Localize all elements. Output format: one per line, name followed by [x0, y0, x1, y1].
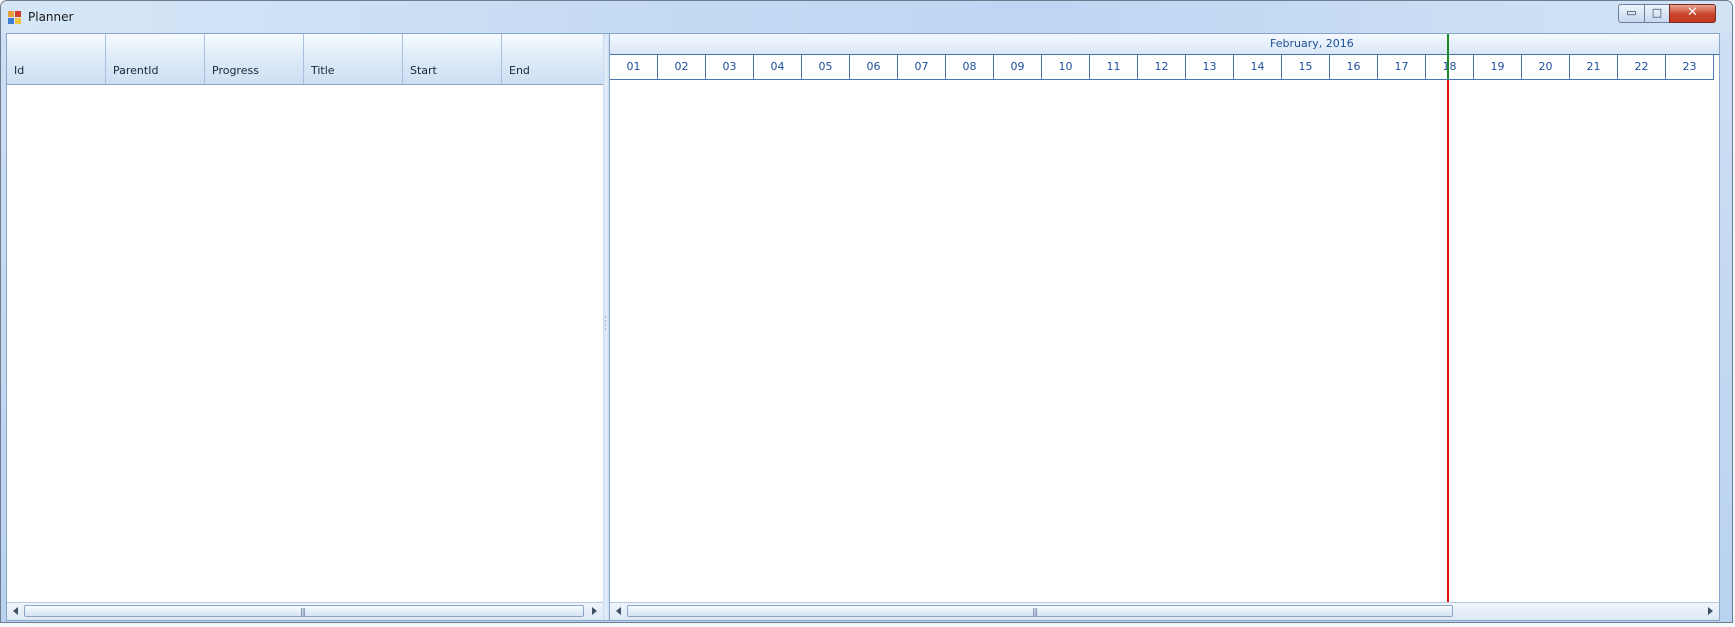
scroll-right-arrow-icon[interactable]: [592, 607, 597, 615]
day-cell-23: 23: [1666, 55, 1714, 79]
grip-icon: |||: [300, 607, 306, 616]
day-cell-04: 04: [754, 55, 802, 79]
day-cell-06: 06: [850, 55, 898, 79]
column-header-id[interactable]: Id: [7, 34, 106, 84]
today-line: [1447, 80, 1449, 603]
gantt-scroll-thumb[interactable]: |||: [627, 605, 1453, 617]
day-cell-19: 19: [1474, 55, 1522, 79]
column-header-end[interactable]: End: [502, 34, 603, 84]
day-cell-22: 22: [1618, 55, 1666, 79]
scroll-left-arrow-icon[interactable]: [616, 607, 621, 615]
day-cell-08: 08: [946, 55, 994, 79]
title-bar[interactable]: Planner ▭ □ ✕: [1, 1, 1732, 33]
window-title: Planner: [28, 10, 74, 24]
day-cell-03: 03: [706, 55, 754, 79]
day-cell-13: 13: [1186, 55, 1234, 79]
gantt-chart[interactable]: February, 2016 01 02 03 04 05 06 07 08 09 10 11 12 1…: [610, 34, 1719, 620]
planner-window: Planner ▭ □ ✕ Id ParentId Progress Title…: [0, 0, 1733, 623]
day-cell-21: 21: [1570, 55, 1618, 79]
day-cell-05: 05: [802, 55, 850, 79]
grid-scroll-thumb[interactable]: |||: [24, 605, 584, 617]
maximize-button[interactable]: □: [1644, 4, 1670, 23]
day-cell-16: 16: [1330, 55, 1378, 79]
day-cell-17: 17: [1378, 55, 1426, 79]
day-cell-12: 12: [1138, 55, 1186, 79]
month-label: February, 2016: [1270, 37, 1354, 50]
day-cell-11: 11: [1090, 55, 1138, 79]
day-cell-02: 02: [658, 55, 706, 79]
day-cell-18: 18: [1426, 55, 1474, 79]
scroll-right-arrow-icon[interactable]: [1708, 607, 1713, 615]
day-cell-20: 20: [1522, 55, 1570, 79]
column-header-title[interactable]: Title: [304, 34, 403, 84]
column-header-progress[interactable]: Progress: [205, 34, 304, 84]
timeline-month-header: February, 2016: [610, 34, 1719, 55]
close-button[interactable]: ✕: [1669, 4, 1716, 23]
day-cell-15: 15: [1282, 55, 1330, 79]
timeline-day-header: 01 02 03 04 05 06 07 08 09 10 11 12 13 14 15 16 17 18 19 20…: [610, 55, 1714, 80]
column-header-start[interactable]: Start: [403, 34, 502, 84]
day-cell-14: 14: [1234, 55, 1282, 79]
today-header-marker: [1447, 34, 1449, 79]
day-cell-01: 01: [610, 55, 658, 79]
day-cell-10: 10: [1042, 55, 1090, 79]
minimize-button[interactable]: ▭: [1618, 4, 1645, 23]
grid-header: Id ParentId Progress Title Start End: [7, 34, 603, 85]
column-header-parentid[interactable]: ParentId: [106, 34, 205, 84]
day-cell-07: 07: [898, 55, 946, 79]
client-area: Id ParentId Progress Title Start End |||…: [6, 33, 1720, 621]
splitter[interactable]: · · · ·: [603, 34, 610, 620]
day-cell-09: 09: [994, 55, 1042, 79]
app-icon: [8, 11, 22, 24]
gantt-horizontal-scrollbar[interactable]: |||: [610, 602, 1719, 620]
scroll-left-arrow-icon[interactable]: [13, 607, 18, 615]
grip-icon: |||: [1032, 607, 1038, 616]
splitter-grip-icon: · · · ·: [604, 313, 607, 335]
task-grid[interactable]: Id ParentId Progress Title Start End |||: [7, 34, 604, 620]
grid-horizontal-scrollbar[interactable]: |||: [7, 602, 603, 620]
